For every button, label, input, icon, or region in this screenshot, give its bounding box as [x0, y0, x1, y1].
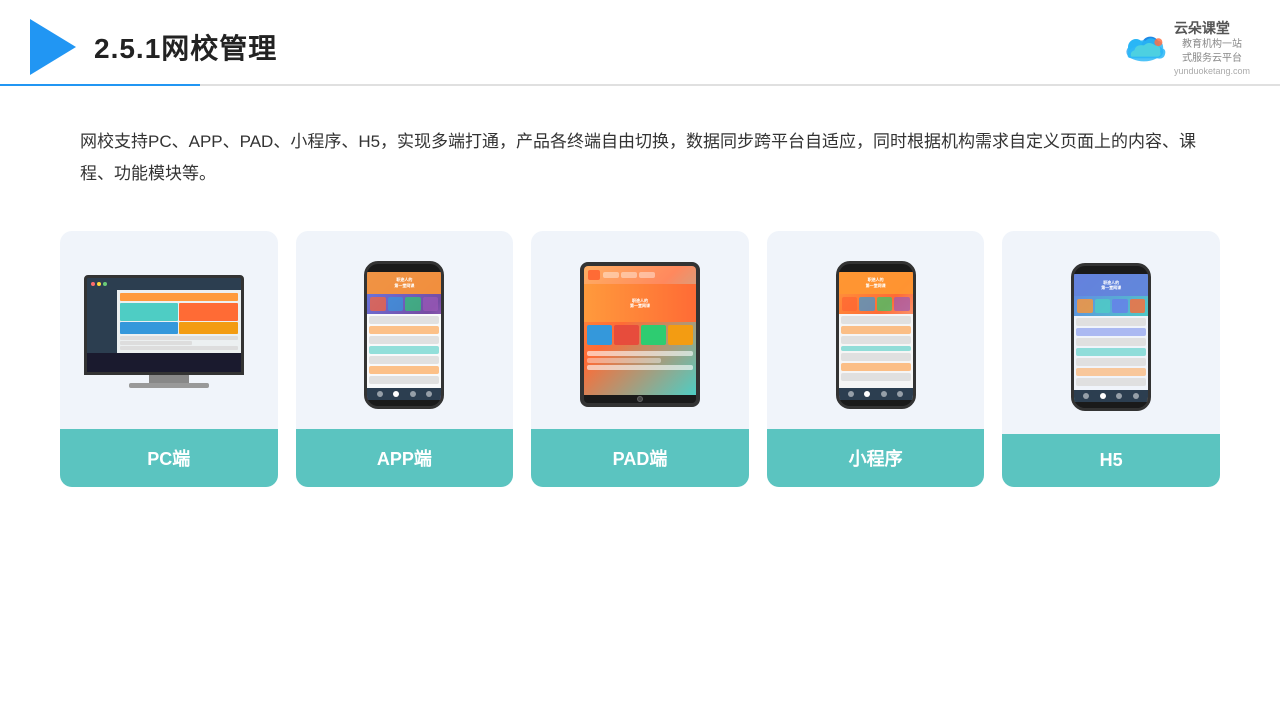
device-pc: [84, 275, 254, 395]
card-miniprogram-image: 职途人的第一堂网课: [767, 251, 985, 429]
pc-screen: [84, 275, 244, 375]
card-pc: PC端: [60, 231, 278, 487]
card-h5-label: H5: [1002, 434, 1220, 487]
device-app-phone: 职途人的第一堂网课: [364, 261, 444, 409]
mini-screen: 职途人的第一堂网课: [839, 272, 913, 400]
card-app: 职途人的第一堂网课: [296, 231, 514, 487]
card-pc-label: PC端: [60, 429, 278, 487]
brand-logo: 云朵课堂 教育机构一站式服务云平台 yunduoketang.com: [1120, 18, 1250, 76]
logo-triangle: [30, 19, 76, 75]
description-text: 网校支持PC、APP、PAD、小程序、H5，实现多端打通，产品各终端自由切换，数…: [80, 126, 1200, 191]
header: 2.5.1网校管理 云朵课堂 教育机构一站式服务云平台 yunduoketang…: [0, 0, 1280, 76]
device-h5-phone: 职途人的第一堂网课: [1071, 263, 1151, 411]
card-miniprogram-label: 小程序: [767, 429, 985, 487]
brand-text-group: 云朵课堂 教育机构一站式服务云平台 yunduoketang.com: [1174, 18, 1250, 76]
brand-url: yunduoketang.com: [1174, 66, 1250, 76]
h5-screen: 职途人的第一堂网课: [1074, 274, 1148, 402]
device-mini-phone: 职途人的第一堂网课: [836, 261, 916, 409]
brand-name: 云朵课堂: [1174, 18, 1250, 38]
card-pc-image: [60, 251, 278, 429]
phone-screen: 职途人的第一堂网课: [367, 272, 441, 400]
card-app-label: APP端: [296, 429, 514, 487]
card-pad-label: PAD端: [531, 429, 749, 487]
card-h5-image: 职途人的第一堂网课: [1002, 251, 1220, 434]
card-pad-image: 职途人的第一堂网课: [531, 251, 749, 429]
cards-container: PC端 职途人的第一堂网课: [60, 231, 1220, 487]
page-title: 2.5.1网校管理: [94, 27, 277, 67]
brand-subtitle: 教育机构一站式服务云平台: [1174, 38, 1250, 66]
card-h5: 职途人的第一堂网课: [1002, 231, 1220, 487]
brand-icon: 云朵课堂 教育机构一站式服务云平台 yunduoketang.com: [1120, 18, 1250, 76]
cloud-icon: [1120, 31, 1168, 63]
card-miniprogram: 职途人的第一堂网课: [767, 231, 985, 487]
tablet-screen: 职途人的第一堂网课: [584, 266, 696, 395]
header-divider: [0, 84, 1280, 86]
device-tablet: 职途人的第一堂网课: [580, 262, 700, 407]
card-app-image: 职途人的第一堂网课: [296, 251, 514, 429]
card-pad: 职途人的第一堂网课: [531, 231, 749, 487]
